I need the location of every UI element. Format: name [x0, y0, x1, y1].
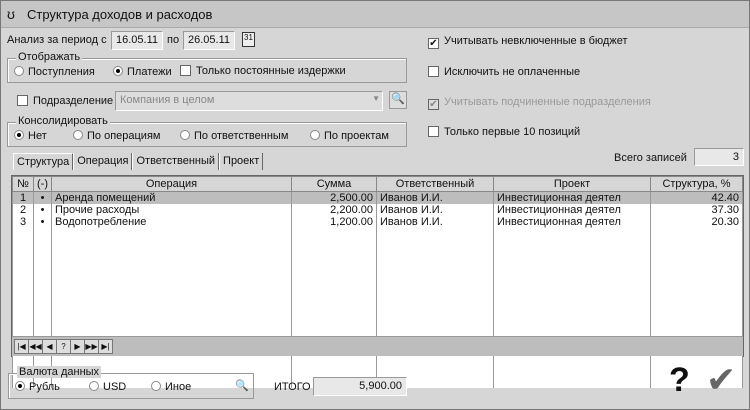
tab-responsible[interactable]: Ответственный — [132, 153, 220, 170]
tab-operation[interactable]: Операция — [73, 153, 133, 170]
nav-prev-page-button[interactable]: ◀◀ — [28, 339, 43, 354]
table-cell: 1,200.00 — [291, 216, 377, 228]
chevron-down-icon: ▼ — [372, 94, 380, 103]
col-project[interactable]: Проект — [493, 176, 651, 192]
currency-search-icon[interactable]: 🔍 — [235, 379, 249, 392]
tab-structure[interactable]: Структура — [13, 153, 74, 170]
table-cell: 3 — [12, 216, 34, 228]
window-title: Структура доходов и расходов — [27, 7, 213, 22]
col-sum[interactable]: Сумма — [291, 176, 377, 192]
radio-other[interactable]: Иное — [151, 381, 191, 393]
table-cell: Водопотребление — [51, 216, 292, 228]
col-number[interactable]: № — [12, 176, 34, 192]
top-10-checkbox[interactable]: Только первые 10 позиций — [428, 126, 580, 138]
division-select[interactable]: Компания в целом ▼ — [115, 91, 383, 111]
date-from-field[interactable]: 16.05.11 — [111, 31, 163, 50]
table-cell: • — [33, 204, 52, 216]
table-cell: 1 — [12, 191, 34, 204]
table-row[interactable]: 2 • Прочие расходы 2,200.00 Иванов И.И. Инвес… — [12, 204, 743, 216]
table-cell: Прочие расходы — [51, 204, 292, 216]
empty-cell — [33, 228, 52, 388]
table-cell: 2 — [12, 204, 34, 216]
nav-prev-button[interactable]: ◀ — [42, 339, 57, 354]
period-to-label: по — [167, 34, 180, 46]
col-responsible[interactable]: Ответственный — [376, 176, 494, 192]
empty-cell — [376, 228, 494, 388]
table-cell: 20.30 — [650, 216, 743, 228]
nav-first-button[interactable]: |◀ — [14, 339, 29, 354]
table-cell: • — [33, 191, 52, 204]
consolidate-group: Консолидировать Нет По операциям По отве… — [7, 115, 407, 147]
division-checkbox[interactable]: Подразделение — [17, 95, 113, 107]
empty-cell — [12, 228, 34, 388]
radio-none[interactable]: Нет — [14, 130, 47, 142]
empty-cell — [291, 228, 377, 388]
fixed-costs-checkbox[interactable]: Только постоянные издержки — [180, 65, 346, 77]
radio-payments[interactable]: Платежи — [113, 66, 172, 78]
table-row[interactable]: 3 • Водопотребление 1,200.00 Иванов И.И. Инве… — [12, 216, 743, 228]
data-grid: № (-) Операция Сумма Ответственный Проек… — [11, 175, 744, 388]
col-structure[interactable]: Структура, % — [650, 176, 743, 192]
app-icon: ʊ — [7, 6, 15, 22]
tab-project[interactable]: Проект — [219, 153, 264, 170]
table-cell: 2,200.00 — [291, 204, 377, 216]
total-label: ИТОГО — [274, 381, 311, 393]
radio-usd[interactable]: USD — [89, 381, 126, 393]
table-cell: Иванов И.И. — [376, 216, 494, 228]
radio-rub[interactable]: Рубль — [15, 381, 60, 393]
col-flag[interactable]: (-) — [33, 176, 52, 192]
empty-cell — [493, 228, 651, 388]
empty-cell — [51, 228, 292, 388]
calendar-icon[interactable]: 31 — [242, 32, 255, 47]
records-label: Всего записей — [614, 152, 687, 164]
include-subdivisions-checkbox: ✔ Учитывать подчиненные подразделения — [428, 96, 651, 110]
col-operation[interactable]: Операция — [51, 176, 292, 192]
display-group: Отображать Поступления Платежи Только по… — [7, 51, 407, 83]
consolidate-group-label: Консолидировать — [16, 115, 110, 127]
currency-group: Валюта данных Рубль USD Иное 🔍 — [8, 366, 254, 399]
ok-check-icon[interactable]: ✔ — [706, 359, 736, 401]
search-division-icon[interactable]: 🔍 — [389, 91, 407, 109]
nav-next-button[interactable]: ▶ — [70, 339, 85, 354]
table-cell: Иванов И.И. — [376, 204, 494, 216]
radio-by-projects[interactable]: По проектам — [310, 130, 389, 142]
table-cell: 42.40 — [650, 191, 743, 204]
table-cell: Инвестиционная деятел — [493, 204, 651, 216]
title-bar: ʊ Структура доходов и расходов — [1, 1, 749, 28]
table-cell: 2,500.00 — [291, 191, 377, 204]
records-count: 3 — [694, 148, 744, 166]
nav-refresh-button[interactable]: ? — [56, 339, 71, 354]
table-cell: • — [33, 216, 52, 228]
navigator-bar: |◀ ◀◀ ◀? ▶ ▶▶ ▶| — [12, 336, 743, 356]
radio-by-operations[interactable]: По операциям — [73, 130, 160, 142]
display-group-label: Отображать — [16, 51, 83, 63]
table-cell: Иванов И.И. — [376, 191, 494, 204]
radio-incoming[interactable]: Поступления — [14, 66, 95, 78]
table-cell: Инвестиционная деятел — [493, 191, 651, 204]
date-to-field[interactable]: 26.05.11 — [183, 31, 235, 50]
total-value: 5,900.00 — [313, 377, 407, 396]
nav-last-button[interactable]: ▶| — [98, 339, 113, 354]
table-cell: Аренда помещений — [51, 191, 292, 204]
currency-group-label: Валюта данных — [17, 366, 102, 378]
tab-bar: Структура Операция Ответственный Проект — [13, 153, 264, 170]
exclude-unpaid-checkbox[interactable]: Исключить не оплаченные — [428, 66, 580, 78]
table-cell: Инвестиционная деятел — [493, 216, 651, 228]
table-row[interactable]: 1 • Аренда помещений 2,500.00 Иванов И.И. Инв… — [12, 191, 743, 204]
radio-by-responsible[interactable]: По ответственным — [180, 130, 288, 142]
period-label: Анализ за период с — [7, 34, 107, 46]
table-cell: 37.30 — [650, 204, 743, 216]
include-unbudgeted-checkbox[interactable]: ✔ Учитывать невключенные в бюджет — [428, 35, 627, 49]
grid-header: № (-) Операция Сумма Ответственный Проек… — [12, 176, 743, 192]
help-icon[interactable]: ? — [669, 361, 690, 400]
nav-next-page-button[interactable]: ▶▶ — [84, 339, 99, 354]
main-window: ʊ Структура доходов и расходов Анализ за … — [0, 0, 750, 410]
